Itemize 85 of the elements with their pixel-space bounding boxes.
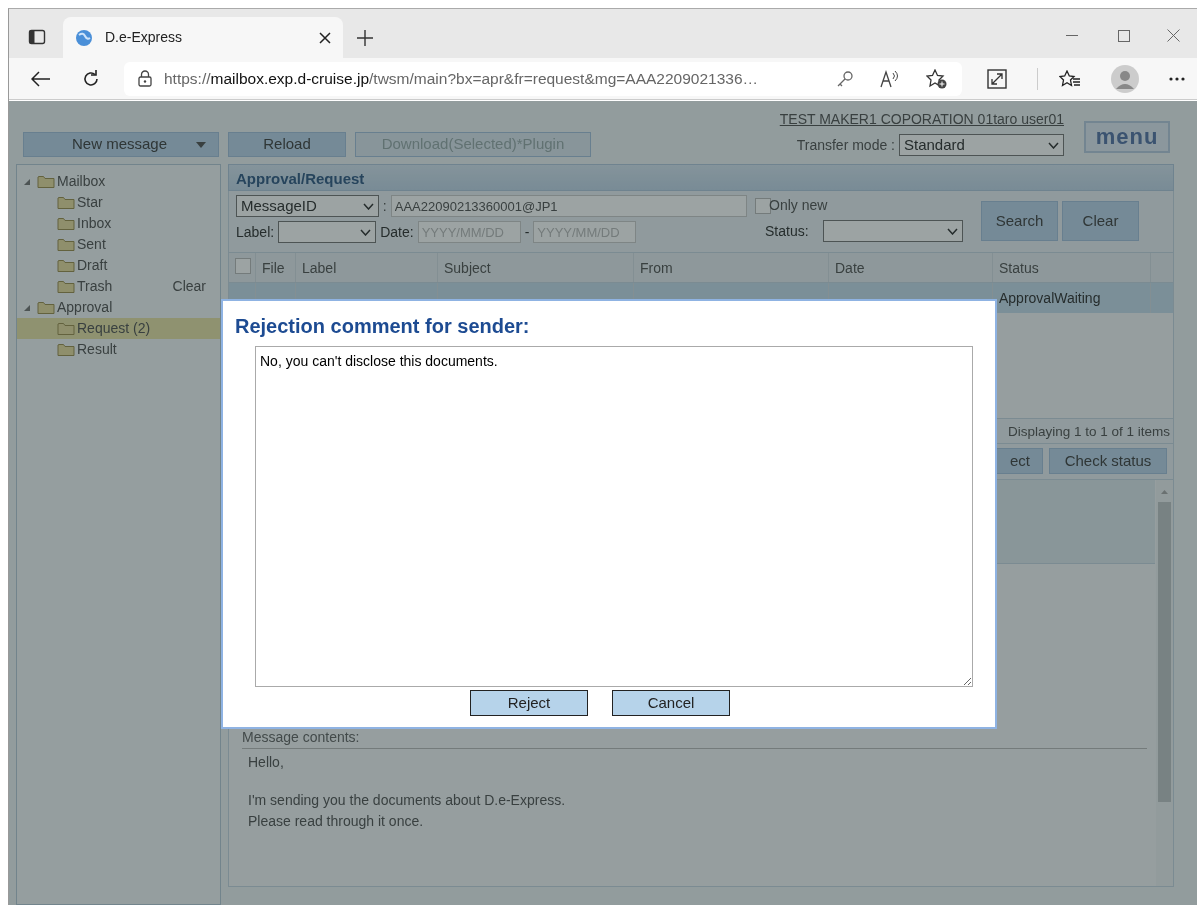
caret-icon: [1048, 141, 1059, 149]
tree-item[interactable]: Request (2): [17, 318, 220, 339]
scrollbar-thumb[interactable]: [1158, 502, 1171, 802]
expand-icon[interactable]: [987, 68, 1007, 89]
browser-tab[interactable]: D.e-Express: [63, 17, 343, 58]
action-button[interactable]: ect: [995, 448, 1043, 474]
tree-item[interactable]: Draft: [17, 255, 220, 276]
tree-item[interactable]: Inbox: [17, 213, 220, 234]
refresh-icon[interactable]: [81, 68, 101, 89]
only-new-checkbox[interactable]: [755, 198, 771, 214]
folder-icon: [57, 321, 75, 336]
globe-icon: [75, 28, 93, 47]
caret-icon: [360, 228, 372, 236]
column-header[interactable]: Status: [993, 253, 1151, 282]
date-separator: -: [524, 222, 530, 242]
caret-icon: [196, 141, 206, 148]
column-header[interactable]: Label: [296, 253, 438, 282]
expander-icon[interactable]: [23, 303, 31, 312]
minimize-icon[interactable]: [1066, 35, 1078, 37]
caret-icon: [947, 227, 958, 235]
tree-item[interactable]: Result: [17, 339, 220, 360]
tree-item[interactable]: Sent: [17, 234, 220, 255]
maximize-icon[interactable]: [1118, 30, 1130, 42]
folder-icon: [57, 342, 75, 357]
more-icon[interactable]: [1169, 76, 1185, 81]
new-message-button[interactable]: New message: [23, 132, 219, 157]
folder-icon: [57, 216, 75, 231]
transfer-mode-label: Transfer mode :: [796, 135, 895, 155]
transfer-mode-select[interactable]: Standard: [899, 134, 1064, 156]
url-text: https://mailbox.exp.d-cruise.jp/twsm/main?bx=apr&fr=request&mg=AAA2209021336…: [164, 68, 760, 89]
add-favorite-icon[interactable]: [926, 68, 948, 89]
expander-icon[interactable]: [23, 177, 31, 186]
new-tab-icon[interactable]: [357, 30, 373, 46]
reject-button[interactable]: Reject: [470, 690, 588, 716]
close-icon[interactable]: [319, 31, 331, 44]
field-separator: :: [382, 196, 387, 216]
tree-item[interactable]: Approval: [17, 297, 220, 318]
clear-link[interactable]: Clear: [172, 276, 206, 297]
search-button[interactable]: Search: [981, 201, 1058, 241]
select-all-checkbox[interactable]: [235, 258, 251, 274]
message-paragraph: I'm sending you the documents about D.e-Express. Please read through it once.: [248, 791, 566, 831]
lock-icon: [138, 70, 152, 87]
close-window-icon[interactable]: [1167, 29, 1180, 42]
folder-icon: [37, 174, 55, 189]
only-new-label: Only new: [769, 196, 829, 215]
read-aloud-icon[interactable]: [880, 69, 900, 88]
label-select[interactable]: [278, 221, 377, 243]
tree-item[interactable]: Star: [17, 192, 220, 213]
tree-item[interactable]: Trash Clear: [17, 276, 220, 297]
dialog-title: Rejection comment for sender:: [235, 314, 531, 339]
tab-title: D.e-Express: [105, 28, 184, 47]
tab-actions-icon[interactable]: [28, 28, 46, 46]
folder-icon: [57, 195, 75, 210]
message-paragraph: Hello,: [248, 753, 285, 772]
menu-button[interactable]: menu: [1084, 121, 1170, 153]
clear-button[interactable]: Clear: [1062, 201, 1139, 241]
caret-icon: [362, 202, 374, 210]
cancel-button[interactable]: Cancel: [612, 690, 730, 716]
comment-field[interactable]: No, you can't disclose this documents.: [255, 346, 973, 687]
column-header[interactable]: File: [256, 253, 296, 282]
status-select[interactable]: [823, 220, 963, 242]
folder-icon: [57, 279, 75, 294]
status-text: ApprovalWaiting: [999, 290, 1101, 306]
folder-icon: [37, 300, 55, 315]
profile-icon[interactable]: [1111, 64, 1139, 93]
search-input[interactable]: AAA22090213360001@JP1: [390, 195, 747, 217]
column-header[interactable]: From: [634, 253, 829, 282]
column-header[interactable]: Date: [829, 253, 993, 282]
action-button[interactable]: Check status: [1049, 448, 1167, 474]
column-header[interactable]: Subject: [438, 253, 634, 282]
user-name: TEST MAKER1 COPORATION 01taro user01: [779, 111, 1064, 127]
key-icon[interactable]: [836, 69, 854, 88]
status-label: Status:: [765, 222, 809, 241]
label-label: Label:: [236, 222, 275, 242]
back-icon[interactable]: [31, 70, 51, 87]
reload-button[interactable]: Reload: [228, 132, 346, 157]
scrollbar[interactable]: [1156, 480, 1173, 886]
search-field-select[interactable]: MessageID: [236, 195, 379, 217]
address-bar[interactable]: https://mailbox.exp.d-cruise.jp/twsm/main?bx=apr&fr=request&mg=AAA2209021336…: [124, 61, 962, 96]
date-label: Date:: [380, 222, 414, 242]
favorites-icon[interactable]: [1059, 69, 1081, 88]
folder-icon: [57, 237, 75, 252]
tree-item[interactable]: Mailbox: [17, 171, 220, 192]
folder-icon: [57, 258, 75, 273]
panel-title: Approval/Request: [228, 164, 1174, 191]
